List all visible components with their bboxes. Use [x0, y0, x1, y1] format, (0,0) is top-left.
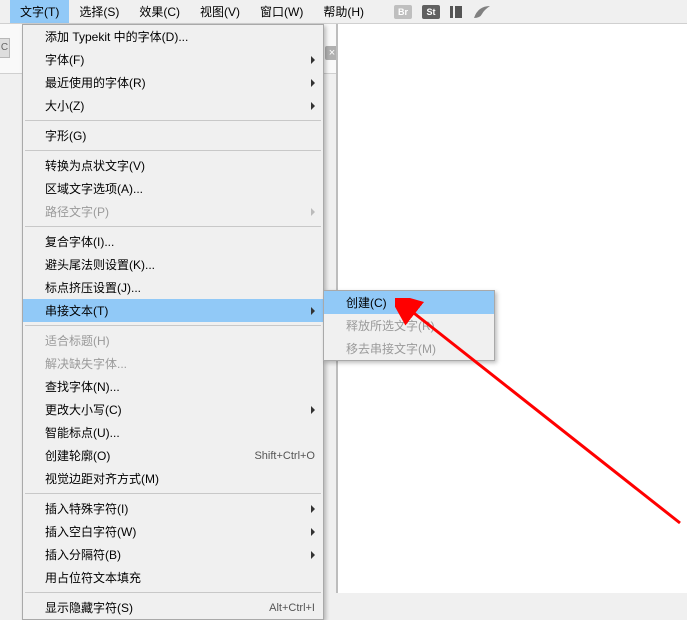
menu-window[interactable]: 窗口(W): [250, 0, 313, 23]
left-panel-tab[interactable]: C: [0, 38, 10, 58]
menu-threaded-text[interactable]: 串接文本(T): [23, 299, 323, 322]
menu-mojikumi[interactable]: 标点挤压设置(J)...: [23, 276, 323, 299]
menu-select[interactable]: 选择(S): [69, 0, 129, 23]
bridge-icon[interactable]: Br: [394, 5, 412, 19]
threaded-text-submenu: 创建(C) 释放所选文字(R) 移去串接文字(M): [323, 290, 495, 361]
menu-effect[interactable]: 效果(C): [129, 0, 190, 23]
menu-separator: [25, 493, 321, 494]
menu-insert-whitespace[interactable]: 插入空白字符(W): [23, 520, 323, 543]
stock-icon[interactable]: St: [422, 5, 440, 19]
chevron-right-icon: [311, 551, 315, 559]
menu-fill-placeholder[interactable]: 用占位符文本填充: [23, 566, 323, 589]
chevron-right-icon: [311, 56, 315, 64]
submenu-release-selection[interactable]: 释放所选文字(R): [324, 314, 494, 337]
menu-add-typekit[interactable]: 添加 Typekit 中的字体(D)...: [23, 25, 323, 48]
menu-size[interactable]: 大小(Z): [23, 94, 323, 117]
menubar-icons: Br St: [394, 4, 492, 20]
menu-create-outlines[interactable]: 创建轮廓(O)Shift+Ctrl+O: [23, 444, 323, 467]
feather-icon[interactable]: [472, 4, 492, 20]
submenu-remove-threading[interactable]: 移去串接文字(M): [324, 337, 494, 360]
menu-separator: [25, 325, 321, 326]
menu-insert-special-char[interactable]: 插入特殊字符(I): [23, 497, 323, 520]
menu-text[interactable]: 文字(T): [10, 0, 69, 23]
menu-change-case[interactable]: 更改大小写(C): [23, 398, 323, 421]
menu-glyphs[interactable]: 字形(G): [23, 124, 323, 147]
menu-area-type-options[interactable]: 区域文字选项(A)...: [23, 177, 323, 200]
menubar: 文字(T) 选择(S) 效果(C) 视图(V) 窗口(W) 帮助(H) Br S…: [0, 0, 687, 24]
menu-insert-break[interactable]: 插入分隔符(B): [23, 543, 323, 566]
menu-separator: [25, 120, 321, 121]
menu-help[interactable]: 帮助(H): [313, 0, 374, 23]
shortcut-label: Shift+Ctrl+O: [254, 450, 315, 462]
menu-find-font[interactable]: 查找字体(N)...: [23, 375, 323, 398]
menu-separator: [25, 150, 321, 151]
chevron-right-icon: [311, 79, 315, 87]
menu-path-type[interactable]: 路径文字(P): [23, 200, 323, 223]
menu-convert-point[interactable]: 转换为点状文字(V): [23, 154, 323, 177]
menu-smart-punctuation[interactable]: 智能标点(U)...: [23, 421, 323, 444]
chevron-right-icon: [311, 102, 315, 110]
chevron-right-icon: [311, 406, 315, 414]
menu-view[interactable]: 视图(V): [190, 0, 250, 23]
text-menu-dropdown: 添加 Typekit 中的字体(D)... 字体(F) 最近使用的字体(R) 大…: [22, 24, 324, 620]
chevron-right-icon: [311, 528, 315, 536]
menu-separator: [25, 226, 321, 227]
menu-composite-font[interactable]: 复合字体(I)...: [23, 230, 323, 253]
menu-recent-fonts[interactable]: 最近使用的字体(R): [23, 71, 323, 94]
arrange-icon[interactable]: [450, 6, 462, 18]
menu-fit-headline[interactable]: 适合标题(H): [23, 329, 323, 352]
shortcut-label: Alt+Ctrl+I: [269, 602, 315, 614]
menu-font[interactable]: 字体(F): [23, 48, 323, 71]
menu-optical-margin[interactable]: 视觉边距对齐方式(M): [23, 467, 323, 490]
chevron-right-icon: [311, 505, 315, 513]
submenu-create[interactable]: 创建(C): [324, 291, 494, 314]
chevron-right-icon: [311, 307, 315, 315]
menu-resolve-missing-fonts[interactable]: 解决缺失字体...: [23, 352, 323, 375]
menu-show-hidden-chars[interactable]: 显示隐藏字符(S)Alt+Ctrl+I: [23, 596, 323, 619]
menu-kinsoku[interactable]: 避头尾法则设置(K)...: [23, 253, 323, 276]
chevron-right-icon: [311, 208, 315, 216]
